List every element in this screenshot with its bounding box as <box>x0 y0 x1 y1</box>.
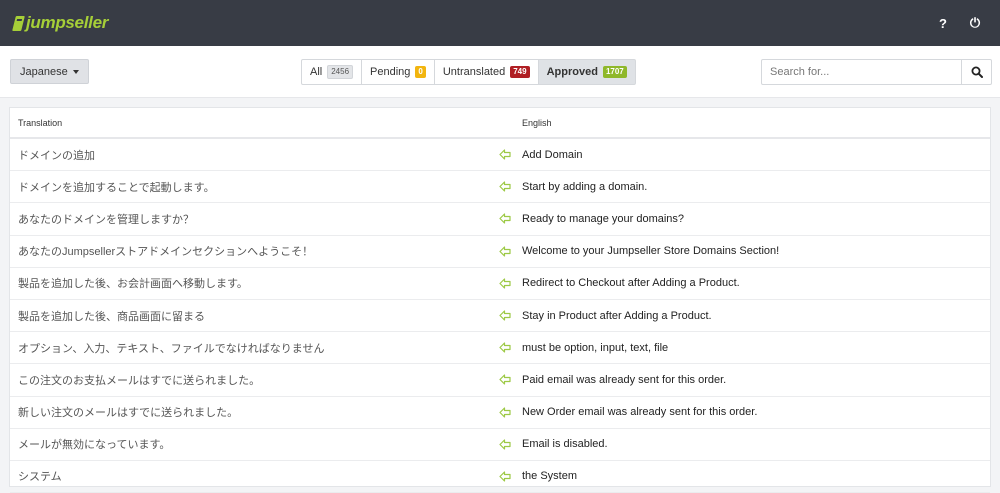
english-cell: Paid email was already sent for this ord… <box>522 373 727 386</box>
copy-arrow-icon[interactable] <box>487 213 522 225</box>
language-label: Japanese <box>20 65 68 78</box>
logo-text: jumpseller <box>26 13 109 32</box>
search-button[interactable] <box>962 59 992 85</box>
filter-all[interactable]: All 2456 <box>301 59 363 85</box>
table-row[interactable]: オプション、入力、テキスト、ファイルでなければなりません must be opti… <box>10 332 990 365</box>
english-cell: the System <box>522 470 578 483</box>
table-row[interactable]: 新しい注文のメールはすでに送られました。 New Order email was … <box>10 397 990 429</box>
translation-cell[interactable]: 新しい注文のメールはすでに送られました。 <box>10 404 487 420</box>
copy-arrow-icon[interactable] <box>487 310 522 321</box>
toolbar: Japanese All 2456 Pending 0 Untranslated… <box>0 46 1000 98</box>
filter-approved[interactable]: Approved 1707 <box>537 59 636 85</box>
logo-mark-icon <box>12 15 25 31</box>
table-row[interactable]: 製品を追加した後、商品画面に留まる Stay in Product after A… <box>10 300 990 333</box>
search-icon <box>971 66 983 78</box>
language-dropdown[interactable]: Japanese <box>10 59 89 84</box>
translations-table: Translation English ドメインの追加 Add Domain ドメイ… <box>9 107 991 493</box>
table-row[interactable]: あなたのJumpsellerストアドメインセクションへようこそ！ Welcome … <box>10 236 990 268</box>
filter-label: Pending <box>370 66 411 78</box>
filter-label: Untranslated <box>442 66 506 78</box>
translation-cell[interactable]: ドメインを追加することで起動します。 <box>10 179 487 195</box>
translation-cell[interactable]: あなたのドメインを管理しますか？ <box>10 211 487 227</box>
english-cell: New Order email was already sent for thi… <box>522 406 758 419</box>
table-row[interactable]: 製品を追加した後、お会計画面へ移動します。 Redirect to Checkou… <box>10 268 990 300</box>
translation-cell[interactable]: 製品を追加した後、お会計画面へ移動します。 <box>10 275 487 291</box>
count-badge: 749 <box>510 66 530 78</box>
translation-cell[interactable]: ドメインの追加 <box>10 147 487 163</box>
english-cell: Start by adding a domain. <box>522 180 648 193</box>
help-icon[interactable]: ? <box>936 16 950 31</box>
copy-arrow-icon[interactable] <box>487 439 522 450</box>
search-group <box>761 59 992 85</box>
english-cell: Welcome to your Jumpseller Store Domains… <box>522 245 780 258</box>
table-body: ドメインの追加 Add Domain ドメインを追加することで起動します。 Start… <box>10 139 990 493</box>
translation-cell[interactable]: この注文のお支払メールはすでに送られました。 <box>10 372 487 388</box>
table-row[interactable]: ドメインの追加 Add Domain <box>10 139 990 172</box>
table-row[interactable]: あなたのドメインを管理しますか？ Ready to manage your dom… <box>10 203 990 236</box>
filter-pending[interactable]: Pending 0 <box>361 59 435 85</box>
translation-cell[interactable]: メールが無効になっています。 <box>10 436 487 452</box>
table-row[interactable]: メールが無効になっています。 Email is disabled. <box>10 429 990 461</box>
english-cell: Add Domain <box>522 148 583 161</box>
translation-cell[interactable]: システム <box>10 468 487 484</box>
column-header-english: English <box>522 117 552 128</box>
english-cell: Email is disabled. <box>522 438 608 451</box>
copy-arrow-icon[interactable] <box>487 278 522 289</box>
jumpseller-logo[interactable]: jumpseller <box>12 13 109 33</box>
table-row[interactable]: ドメインを追加することで起動します。 Start by adding a doma… <box>10 171 990 204</box>
translation-cell[interactable]: あなたのJumpsellerストアドメインセクションへようこそ！ <box>10 243 487 259</box>
copy-arrow-icon[interactable] <box>487 181 522 192</box>
copy-arrow-icon[interactable] <box>487 406 522 418</box>
column-header-translation: Translation <box>18 117 63 128</box>
table-row[interactable]: システム the System <box>10 461 990 493</box>
english-cell: Redirect to Checkout after Adding a Prod… <box>522 277 740 290</box>
english-cell: Ready to manage your domains? <box>522 212 685 225</box>
copy-arrow-icon[interactable] <box>487 149 522 160</box>
english-cell: Stay in Product after Adding a Product. <box>522 309 712 322</box>
table-row[interactable]: この注文のお支払メールはすでに送られました。 Paid email was alr… <box>10 364 990 397</box>
filter-untranslated[interactable]: Untranslated 749 <box>433 59 539 85</box>
power-icon[interactable]: ⏻ <box>968 15 982 31</box>
english-cell: must be option, input, text, file <box>522 341 669 354</box>
status-filter-group: All 2456 Pending 0 Untranslated 749 Appr… <box>301 59 636 85</box>
copy-arrow-icon[interactable] <box>487 342 522 353</box>
translation-cell[interactable]: 製品を追加した後、商品画面に留まる <box>10 308 487 324</box>
count-badge: 0 <box>415 66 426 78</box>
top-navbar: jumpseller ? ⏻ <box>0 0 1000 46</box>
filter-label: Approved <box>546 66 598 78</box>
copy-arrow-icon[interactable] <box>487 246 522 257</box>
table-header: Translation English <box>10 108 990 139</box>
translation-cell[interactable]: オプション、入力、テキスト、ファイルでなければなりません <box>10 340 487 356</box>
count-badge: 2456 <box>327 65 354 79</box>
filter-label: All <box>310 66 323 78</box>
caret-down-icon <box>72 69 79 74</box>
search-input[interactable] <box>761 59 962 85</box>
copy-arrow-icon[interactable] <box>487 374 522 386</box>
copy-arrow-icon[interactable] <box>487 471 522 482</box>
count-badge: 1707 <box>602 66 627 78</box>
